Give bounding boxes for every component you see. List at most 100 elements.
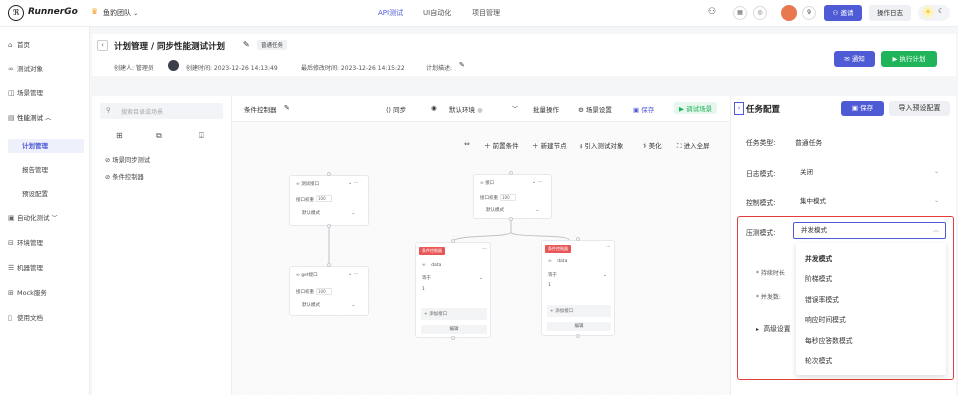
node-more-icon[interactable]: ⋯ xyxy=(606,244,611,250)
mode-select[interactable]: 默认模式 ⌄ xyxy=(302,302,355,308)
edit-description-icon[interactable]: ✎ xyxy=(459,61,465,69)
notify-button[interactable]: ✉ 通知 xyxy=(834,51,875,67)
sidebar-item-reports[interactable]: 报告管理 xyxy=(22,163,48,177)
tab-api-test[interactable]: API测试 xyxy=(378,8,403,18)
api-node[interactable]: ∞ 测试接口 ⌄ ⋯ 接口权重 100 默认模式 ⌄ xyxy=(289,175,369,226)
sidebar-item-env[interactable]: ⊟ 环境管理 xyxy=(8,236,43,250)
control-mode-select[interactable]: 集中模式 ⌄ xyxy=(792,193,946,209)
node-anchor[interactable] xyxy=(509,171,513,175)
condition-operator[interactable]: 等于 ⌄ xyxy=(548,272,607,278)
dropdown-option[interactable]: 每秒应答数模式 xyxy=(805,335,853,345)
node-anchor[interactable] xyxy=(451,239,455,243)
sidebar-item-autotest[interactable]: ▣ 自动化测试 ﹀ xyxy=(8,211,58,225)
weight-input[interactable]: 100 xyxy=(316,288,332,295)
pressure-mode-select[interactable]: 并发模式 ︿ xyxy=(793,222,946,239)
import-icon[interactable]: ⍗ xyxy=(199,131,204,141)
team-selector[interactable]: 鱼豹团队 ⌄ xyxy=(103,8,138,18)
operation-log-button[interactable]: 操作日志 xyxy=(869,5,911,21)
share-icon[interactable]: ⚇ xyxy=(708,7,716,17)
condition-node[interactable]: 条件控制器 ⋯ ∞ data 等于 ⌄ 1 + 添加接口 编辑 xyxy=(541,240,615,336)
sidebar-item-presets[interactable]: 预设配置 xyxy=(22,187,48,201)
sidebar-item-mock[interactable]: ⊞ Mock服务 xyxy=(8,286,47,300)
dropdown-option[interactable]: 响应时间模式 xyxy=(805,314,846,324)
user-avatar[interactable] xyxy=(781,5,797,21)
run-plan-button[interactable]: ▶ 执行计划 xyxy=(881,51,937,67)
mode-select[interactable]: 默认模式 ⌄ xyxy=(486,207,539,213)
node-anchor[interactable] xyxy=(576,334,580,338)
scene-settings-button[interactable]: ⚙ 场景设置 xyxy=(578,104,612,114)
node-more-icon[interactable]: ⌄ ⋯ xyxy=(532,179,543,185)
tree-item[interactable]: ⊘ 场景同步测试 xyxy=(105,155,150,164)
edit-button[interactable]: 编辑 xyxy=(421,325,487,334)
node-anchor[interactable] xyxy=(576,237,580,241)
back-button[interactable]: ‹ xyxy=(97,40,108,51)
import-preset-button[interactable]: 导入预设配置 xyxy=(889,101,950,116)
weight-label: 接口权重 xyxy=(296,198,314,203)
api-node[interactable]: ∞ get接口 ⌄ ⋯ 接口权重 100 默认模式 ⌄ xyxy=(289,266,369,316)
dropdown-option[interactable]: 并发模式 xyxy=(805,253,832,263)
tab-project[interactable]: 项目管理 xyxy=(472,8,500,18)
save-icon: ▣ xyxy=(633,106,640,114)
invite-button[interactable]: ⚇ 邀请 xyxy=(824,5,862,21)
sidebar-item-scenes[interactable]: ◫ 场景管理 xyxy=(8,86,43,100)
env-select[interactable]: 默认环境 ● xyxy=(449,104,483,114)
add-api-button[interactable]: + 添加接口 xyxy=(547,305,611,317)
chevron-down-icon: ⌄ xyxy=(933,197,939,204)
node-more-icon[interactable]: ⋯ xyxy=(482,246,487,252)
condition-tag: 条件控制器 xyxy=(545,245,571,253)
weight-input[interactable]: 100 xyxy=(316,195,332,202)
weight-input[interactable]: 100 xyxy=(500,194,516,201)
settings-icon[interactable]: ◎ xyxy=(753,6,767,20)
grid-icon[interactable]: ▦ xyxy=(733,6,747,20)
edit-button[interactable]: 编辑 xyxy=(547,322,611,331)
notification-badge[interactable]: 9 xyxy=(802,6,816,20)
theme-toggle[interactable]: ☀ ☾ xyxy=(918,5,950,21)
debug-scene-button[interactable]: ▶ 调试场景 xyxy=(674,102,718,114)
api-node-title: ∞ get接口 xyxy=(296,272,318,278)
node-anchor[interactable] xyxy=(509,217,513,221)
condition-node[interactable]: 条件控制器 ⋯ ∞ data 等于 ⌄ 1 + 添加接口 编辑 xyxy=(415,242,491,338)
advanced-settings-toggle[interactable]: ▸ 高级设置 xyxy=(756,323,791,333)
sync-button[interactable]: ⟨⟩ 同步 xyxy=(386,104,406,114)
search-box[interactable]: ⚲ 搜索目录或场景 xyxy=(100,103,223,119)
collapse-panel-icon[interactable]: › xyxy=(734,102,744,115)
sidebar-item-home[interactable]: ⌂ 首页 xyxy=(8,38,30,52)
sidebar-item-performance[interactable]: ▤ 性能测试 ︿ xyxy=(8,111,51,125)
tab-ui-auto[interactable]: UI自动化 xyxy=(423,8,451,18)
dropdown-option[interactable]: 阶梯模式 xyxy=(805,273,832,283)
node-anchor[interactable] xyxy=(327,172,331,176)
log-mode-select[interactable]: 关闭 ⌄ xyxy=(792,164,946,180)
config-save-button[interactable]: ▣ 保存 xyxy=(841,101,884,116)
gear-icon: ⚙ xyxy=(578,106,584,114)
chevron-down-icon[interactable]: ﹀ xyxy=(512,104,518,113)
team-icon: ♛ xyxy=(91,7,99,16)
sidebar-item-machines[interactable]: ☰ 机器管理 xyxy=(8,261,43,275)
runnergo-logo[interactable]: ℜ xyxy=(8,5,24,21)
edit-title-icon[interactable]: ✎ xyxy=(243,40,250,49)
new-scene-icon[interactable]: ⧉ xyxy=(156,131,162,141)
dropdown-option[interactable]: 轮次模式 xyxy=(805,355,832,365)
batch-operation-button[interactable]: 批量操作 xyxy=(533,104,559,114)
tree-item[interactable]: ⊘ 条件控制器 xyxy=(105,172,144,181)
chevron-down-icon: ⌄ xyxy=(603,273,607,278)
api-node-title: ∞ 接口 xyxy=(480,180,494,186)
mode-select[interactable]: 默认模式 ⌄ xyxy=(302,210,355,216)
scene-save-button[interactable]: ▣ 保存 xyxy=(633,104,654,114)
node-anchor[interactable] xyxy=(327,263,331,267)
node-anchor[interactable] xyxy=(451,336,455,340)
condition-operator[interactable]: 等于 ⌄ xyxy=(422,275,483,281)
edit-scene-icon[interactable]: ✎ xyxy=(284,104,290,112)
dropdown-option[interactable]: 错误率模式 xyxy=(805,294,839,304)
sidebar-item-plans[interactable]: 计划管理 xyxy=(22,139,48,153)
node-anchor[interactable] xyxy=(327,224,331,228)
operator-value: 等于 xyxy=(548,273,557,278)
sidebar-item-test-objects[interactable]: ∞ 测试对象 xyxy=(8,62,43,76)
new-folder-icon[interactable]: ⊞ xyxy=(116,131,123,140)
sidebar-item-docs[interactable]: ▯ 使用文档 xyxy=(8,311,43,325)
sidebar-item-label: Mock服务 xyxy=(17,289,47,297)
add-api-button[interactable]: + 添加接口 xyxy=(421,308,487,320)
task-type-tag: 普通任务 xyxy=(257,40,288,50)
node-more-icon[interactable]: ⌄ ⋯ xyxy=(348,271,359,277)
node-more-icon[interactable]: ⌄ ⋯ xyxy=(348,180,359,186)
api-node[interactable]: ∞ 接口 ⌄ ⋯ 接口权重 100 默认模式 ⌄ xyxy=(473,174,552,219)
